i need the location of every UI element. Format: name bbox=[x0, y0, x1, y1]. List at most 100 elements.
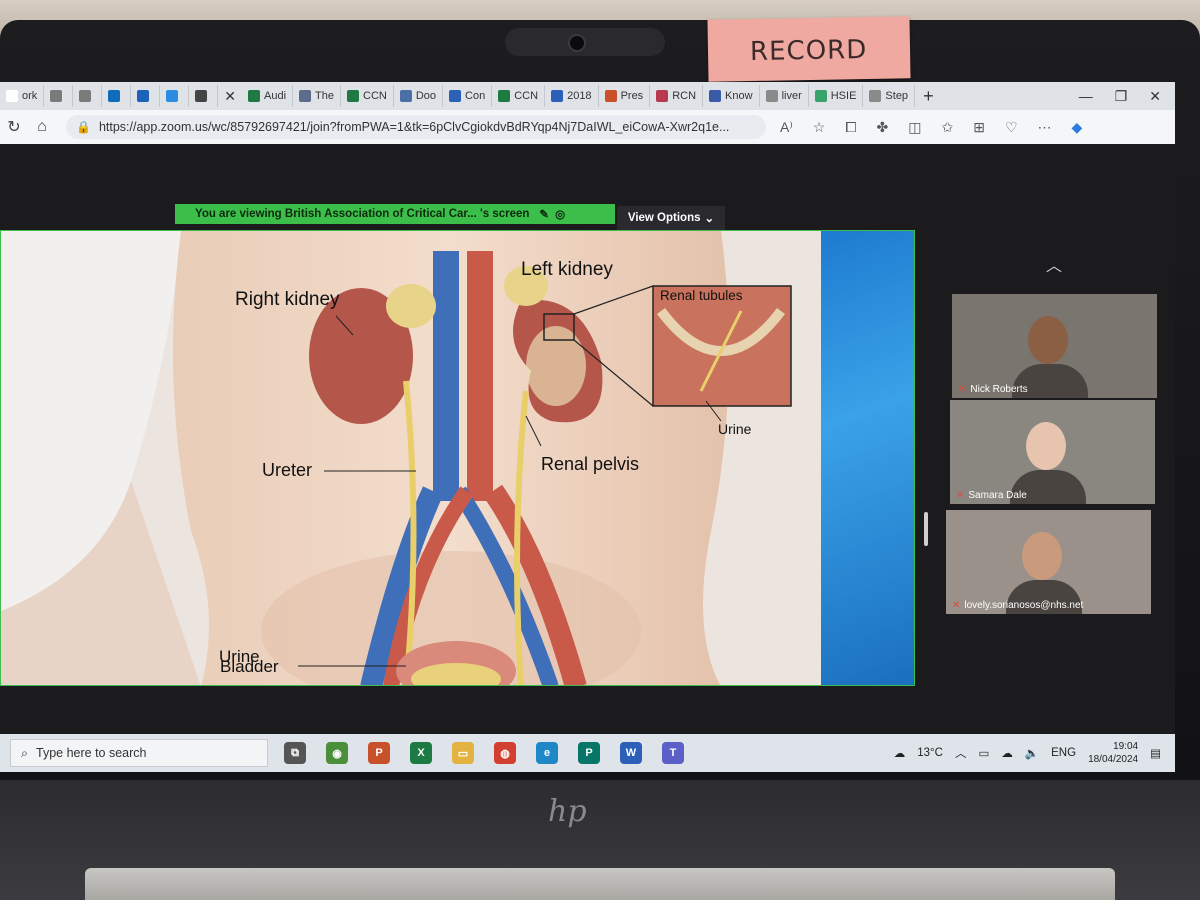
browser-tab[interactable] bbox=[131, 85, 161, 107]
address-bar[interactable]: 🔒 https://app.zoom.us/wc/85792697421/joi… bbox=[66, 115, 766, 139]
hp-logo-icon: hp bbox=[548, 794, 587, 829]
refresh-icon[interactable]: ↻ bbox=[0, 117, 28, 137]
participant-video bbox=[1022, 532, 1062, 580]
urinary-system-illustration bbox=[1, 231, 914, 685]
teams-icon[interactable]: T bbox=[662, 742, 684, 764]
search-icon: ⌕ bbox=[21, 745, 29, 760]
chevron-up-tray-icon[interactable]: ︿ bbox=[955, 745, 967, 761]
browser-tab[interactable]: Con bbox=[443, 85, 493, 107]
participant-name: Samara Dale bbox=[968, 490, 1027, 501]
label-urine-bottom: Urine bbox=[219, 647, 260, 666]
chevron-up-icon[interactable]: ︿ bbox=[1046, 252, 1062, 276]
restore-icon[interactable]: ❐ bbox=[1115, 88, 1128, 105]
label-urine-inset: Urine bbox=[718, 421, 752, 437]
tab-label: Con bbox=[465, 90, 486, 102]
excel-icon[interactable]: X bbox=[410, 742, 432, 764]
new-tab-button[interactable]: + bbox=[915, 86, 942, 107]
clock-time: 19:04 bbox=[1113, 741, 1139, 752]
minimize-icon[interactable]: — bbox=[1079, 88, 1093, 105]
muted-mic-icon: ✕ bbox=[956, 490, 965, 501]
participant-name: Nick Roberts bbox=[970, 384, 1028, 395]
word-icon[interactable]: W bbox=[620, 742, 642, 764]
tab-label: 2018 bbox=[567, 90, 592, 102]
participant-video bbox=[1026, 422, 1066, 470]
participant-tile[interactable]: ✕ Samara Dale bbox=[950, 400, 1155, 504]
browser-tab[interactable]: CCN bbox=[492, 85, 546, 107]
powerpoint-icon[interactable]: P bbox=[368, 742, 390, 764]
chrome-icon[interactable]: ◍ bbox=[494, 742, 516, 764]
tab-favicon-icon bbox=[551, 90, 564, 102]
browser-tab[interactable]: The bbox=[293, 85, 342, 107]
tab-favicon-icon bbox=[449, 90, 462, 102]
browser-tab[interactable] bbox=[189, 85, 219, 107]
tab-favicon-icon bbox=[656, 90, 669, 102]
participant-name: lovely.sorianosos@nhs.net bbox=[964, 600, 1084, 611]
puzzle-icon[interactable]: ✤ bbox=[877, 119, 889, 136]
panel-resize-handle[interactable] bbox=[924, 512, 928, 546]
view-options-button[interactable]: View Options ⌄ bbox=[617, 206, 725, 230]
browser-tab[interactable]: HSIE bbox=[809, 85, 864, 107]
health-icon[interactable]: ♡ bbox=[1005, 119, 1018, 136]
laptop-keyboard-edge bbox=[85, 868, 1115, 900]
read-aloud-icon[interactable]: A⁾ bbox=[780, 119, 793, 136]
tab-label: CCN bbox=[363, 90, 387, 102]
browser-tab[interactable] bbox=[44, 85, 74, 107]
browser-tab[interactable]: CCN bbox=[341, 85, 394, 107]
network-icon[interactable]: ☁ bbox=[1001, 746, 1013, 760]
favorites-icon[interactable]: ✩ bbox=[942, 119, 954, 136]
task-view-icon[interactable]: ⧉ bbox=[284, 742, 306, 764]
browser-tab[interactable]: 2018 bbox=[545, 85, 599, 107]
browser-tab[interactable]: Doo bbox=[394, 85, 444, 107]
language-indicator[interactable]: ENG bbox=[1051, 747, 1076, 759]
publisher-icon[interactable]: P bbox=[578, 742, 600, 764]
volume-icon[interactable]: 🔈 bbox=[1025, 746, 1039, 760]
participant-tile[interactable]: ✕ lovely.sorianosos@nhs.net bbox=[946, 510, 1151, 614]
participant-tile[interactable]: ✕ Nick Roberts bbox=[952, 294, 1157, 398]
browser-tab[interactable]: liver bbox=[760, 85, 809, 107]
browser-tab[interactable]: ork bbox=[0, 85, 45, 107]
windows-taskbar: ⌕ Type here to search ⧉ ◉ P X ▭ ◍ e P W T ☁ 13°C … bbox=[0, 734, 1175, 772]
weather-icon[interactable]: ☁ bbox=[894, 746, 906, 760]
sticky-note-text: RECORD bbox=[749, 34, 868, 68]
browser-tab[interactable]: Step bbox=[863, 85, 916, 107]
browser-tab-strip: ork ✕ Audi The CCN Doo Con CCN 2018 Pres RCN Know li… bbox=[0, 82, 1175, 110]
close-tab-icon[interactable]: ✕ bbox=[218, 88, 242, 105]
edge-icon[interactable]: e bbox=[536, 742, 558, 764]
close-window-icon[interactable]: ✕ bbox=[1149, 88, 1161, 105]
app-green-icon[interactable]: ◉ bbox=[326, 742, 348, 764]
browser-tab[interactable] bbox=[102, 85, 132, 107]
split-screen-icon[interactable]: ◫ bbox=[908, 119, 921, 136]
pin-icon[interactable]: ✎ bbox=[539, 207, 549, 221]
taskbar-search-box[interactable]: ⌕ Type here to search bbox=[10, 739, 268, 767]
tab-favicon-icon bbox=[108, 90, 121, 102]
extension-icon[interactable]: ⧠ bbox=[845, 119, 856, 136]
browser-tab[interactable]: RCN bbox=[650, 85, 704, 107]
weather-temp[interactable]: 13°C bbox=[917, 747, 943, 759]
browser-tab[interactable] bbox=[160, 85, 190, 107]
copilot-icon[interactable]: ◆ bbox=[1072, 119, 1083, 136]
favorite-star-icon[interactable]: ☆ bbox=[813, 119, 826, 136]
tab-label: Pres bbox=[620, 90, 644, 102]
shared-slide: Right kidney Left kidney Renal tubules U… bbox=[0, 230, 915, 686]
url-text: https://app.zoom.us/wc/85792697421/join?… bbox=[98, 120, 730, 134]
clock[interactable]: 19:04 18/04/2024 bbox=[1088, 740, 1138, 766]
browser-toolbar: ↻ ⌂ 🔒 https://app.zoom.us/wc/85792697421… bbox=[0, 110, 1175, 144]
more-icon[interactable]: ⋯ bbox=[1038, 119, 1052, 136]
browser-tab[interactable] bbox=[73, 85, 103, 107]
file-explorer-icon[interactable]: ▭ bbox=[452, 742, 474, 764]
search-placeholder: Type here to search bbox=[36, 746, 147, 760]
browser-tab[interactable]: Audi bbox=[242, 85, 294, 107]
window-controls: — ❐ ✕ bbox=[1079, 88, 1175, 105]
tab-label: ork bbox=[22, 90, 38, 102]
tab-favicon-icon bbox=[166, 90, 179, 102]
collections-icon[interactable]: ⊞ bbox=[973, 119, 985, 136]
browser-tab[interactable]: Know bbox=[703, 85, 760, 107]
battery-icon[interactable]: ▭ bbox=[978, 746, 989, 760]
notifications-icon[interactable]: ▤ bbox=[1150, 746, 1161, 760]
share-banner-text: You are viewing British Association of C… bbox=[195, 208, 530, 220]
tab-label: Doo bbox=[415, 90, 437, 102]
label-ureter: Ureter bbox=[262, 460, 313, 480]
home-icon[interactable]: ⌂ bbox=[28, 118, 56, 136]
browser-tab[interactable]: Pres bbox=[599, 85, 651, 107]
record-dot-icon: ◎ bbox=[555, 209, 566, 221]
